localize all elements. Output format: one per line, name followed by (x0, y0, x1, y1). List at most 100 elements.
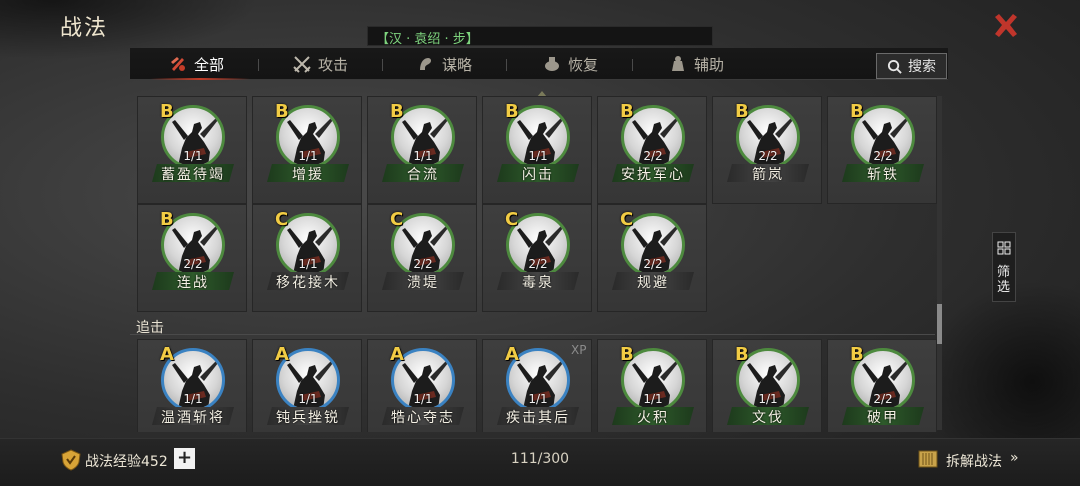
skill-card[interactable]: C 2/2 规避 (597, 204, 707, 312)
skill-count: 2/2 (643, 257, 663, 271)
skill-list[interactable]: B 1/1 蓄盈待竭 B 1/1 增援 B 1/1 合流 B 1/1 闪击 B 2/2 安抚军心 B 2/2 箭岚… (130, 92, 942, 432)
page-title: 战法 (60, 16, 109, 41)
skill-grade: C (390, 209, 404, 230)
tab-label: 谋略 (442, 55, 473, 74)
skill-name: 文伐 (752, 410, 784, 426)
skill-count: 2/2 (643, 149, 663, 163)
skill-grade: A (160, 344, 174, 365)
support-icon (672, 56, 684, 71)
skill-exp-label: 战法经验452 (85, 454, 168, 470)
search-button[interactable]: 搜索 (876, 53, 947, 79)
filter-button[interactable]: 筛选 (992, 232, 1016, 302)
close-icon (995, 14, 1017, 37)
skill-grade: B (620, 101, 634, 122)
tab-bar: 全部 攻击 谋略 恢复 辅助 (130, 48, 948, 80)
skill-grade: B (735, 344, 749, 365)
tab-label: 辅助 (694, 55, 725, 74)
tab-strategy[interactable]: 谋略 (416, 48, 472, 80)
skill-count: 1/1 (183, 392, 203, 406)
skill-name: 钝兵挫锐 (276, 410, 340, 426)
scrollbar-thumb[interactable] (937, 304, 942, 344)
skill-count: 2/2 (758, 149, 778, 163)
skill-name: 安抚军心 (621, 167, 685, 183)
skill-capacity: 111/300 (510, 451, 570, 467)
skill-grade: B (275, 101, 289, 122)
disassemble-label: 拆解战法 (946, 454, 1002, 470)
skill-grade: A (505, 344, 519, 365)
skill-card[interactable]: A 1/1 钝兵挫锐 (252, 339, 362, 432)
tab-label: 恢复 (568, 55, 599, 74)
skill-name: 增援 (292, 167, 324, 183)
skill-grade: B (850, 344, 864, 365)
skill-name: 斩铁 (867, 167, 899, 183)
recovery-icon (545, 57, 559, 71)
skill-card[interactable]: B 1/1 文伐 (712, 339, 822, 432)
shield-badge-icon (61, 449, 81, 471)
skill-card[interactable]: B 1/1 火积 (597, 339, 707, 432)
skill-card[interactable]: C 1/1 移花接木 (252, 204, 362, 312)
tab-attack[interactable]: 攻击 (292, 48, 348, 80)
skill-card[interactable]: A 1/1 牿心夺志 (367, 339, 477, 432)
skill-card[interactable]: B 1/1 闪击 (482, 96, 592, 204)
skill-name: 疾击其后 (506, 410, 570, 426)
tab-divider (382, 59, 383, 71)
search-label: 搜索 (908, 59, 936, 75)
skill-card[interactable]: C 2/2 溃堤 (367, 204, 477, 312)
skill-name: 移花接木 (276, 275, 340, 291)
scrollbar-track[interactable] (937, 96, 942, 430)
scroll-icon (918, 450, 938, 468)
add-exp-button[interactable]: + (174, 448, 195, 469)
skill-card[interactable]: B 1/1 蓄盈待竭 (137, 96, 247, 204)
active-tab-indicator (150, 78, 250, 80)
skill-card[interactable]: B 1/1 增援 (252, 96, 362, 204)
skill-name: 连战 (177, 275, 209, 291)
xp-tag: XP (571, 343, 587, 357)
skill-count: 1/1 (413, 392, 433, 406)
tab-divider (506, 59, 507, 71)
skill-name: 温酒斩将 (161, 410, 225, 426)
skill-count: 1/1 (643, 392, 663, 406)
skill-count: 1/1 (183, 149, 203, 163)
skill-count: 1/1 (298, 392, 318, 406)
skill-count: 2/2 (183, 257, 203, 271)
skill-name: 牿心夺志 (391, 410, 455, 426)
skill-name: 规避 (637, 275, 669, 291)
skill-card[interactable]: A XP 1/1 疾击其后 (482, 339, 592, 432)
skill-grade: B (620, 344, 634, 365)
skill-card[interactable]: B 2/2 安抚军心 (597, 96, 707, 204)
search-icon (887, 59, 902, 74)
skill-name: 溃堤 (407, 275, 439, 291)
tab-recovery[interactable]: 恢复 (542, 48, 598, 80)
skill-count: 1/1 (298, 257, 318, 271)
skill-count: 2/2 (413, 257, 433, 271)
skill-count: 2/2 (873, 392, 893, 406)
strategy-icon (420, 58, 432, 70)
skill-card[interactable]: B 2/2 破甲 (827, 339, 937, 432)
faction-bar: 【汉 · 袁绍 · 步】 (367, 26, 713, 47)
skill-card[interactable]: B 2/2 连战 (137, 204, 247, 312)
tab-all[interactable]: 全部 (168, 48, 224, 80)
skill-name: 合流 (407, 167, 439, 183)
disassemble-skill-button[interactable]: 拆解战法 » (916, 446, 1036, 472)
skill-name: 破甲 (867, 410, 899, 426)
skill-count: 1/1 (528, 149, 548, 163)
close-button[interactable] (990, 10, 1022, 42)
skill-card[interactable]: B 2/2 箭岚 (712, 96, 822, 204)
skill-name: 闪击 (522, 167, 554, 183)
skill-grade: B (160, 101, 174, 122)
tab-support[interactable]: 辅助 (668, 48, 724, 80)
ink-decoration (920, 280, 1080, 450)
skill-card[interactable]: B 2/2 斩铁 (827, 96, 937, 204)
skill-grade: B (735, 101, 749, 122)
skill-card[interactable]: A 1/1 温酒斩将 (137, 339, 247, 432)
skill-grade: A (390, 344, 404, 365)
double-chevron-right-icon: » (1010, 450, 1019, 466)
tab-label: 全部 (194, 55, 225, 74)
skill-grade: C (275, 209, 289, 230)
skill-name: 蓄盈待竭 (161, 167, 225, 183)
skill-card[interactable]: B 1/1 合流 (367, 96, 477, 204)
skill-grade: C (505, 209, 519, 230)
skill-card[interactable]: C 2/2 毒泉 (482, 204, 592, 312)
section-divider (130, 334, 935, 335)
skill-count: 1/1 (758, 392, 778, 406)
